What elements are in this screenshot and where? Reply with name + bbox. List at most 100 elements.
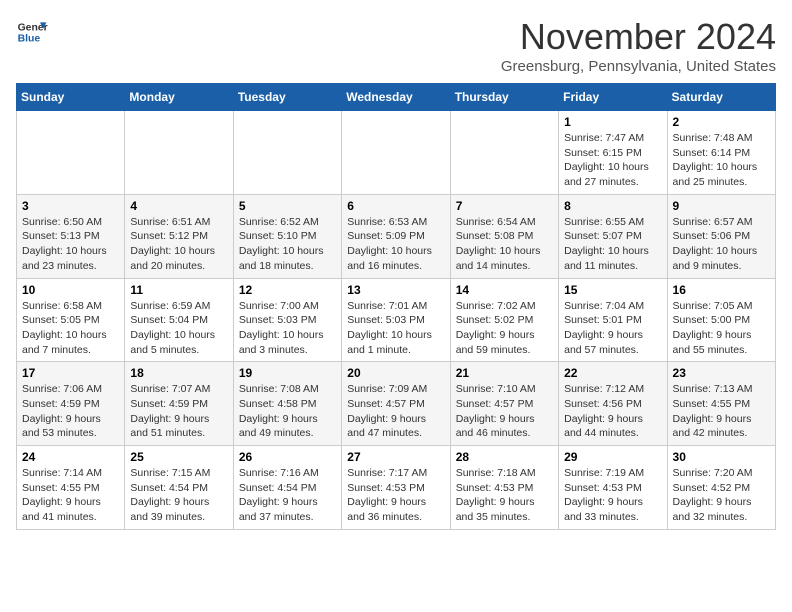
column-header-friday: Friday [559, 84, 667, 111]
day-cell: 9 Sunrise: 6:57 AM Sunset: 5:06 PM Daylig… [667, 194, 775, 278]
day-info: Sunrise: 7:20 AM Sunset: 4:52 PM Dayligh… [673, 466, 770, 525]
title-block: November 2024 Greensburg, Pennsylvania, … [501, 16, 776, 75]
day-info: Sunrise: 6:55 AM Sunset: 5:07 PM Dayligh… [564, 215, 661, 274]
day-info: Sunrise: 7:04 AM Sunset: 5:01 PM Dayligh… [564, 299, 661, 358]
day-number: 7 [456, 199, 553, 213]
day-info: Sunrise: 6:58 AM Sunset: 5:05 PM Dayligh… [22, 299, 119, 358]
column-header-wednesday: Wednesday [342, 84, 450, 111]
day-info: Sunrise: 6:57 AM Sunset: 5:06 PM Dayligh… [673, 215, 770, 274]
day-info: Sunrise: 7:06 AM Sunset: 4:59 PM Dayligh… [22, 382, 119, 441]
day-cell: 15 Sunrise: 7:04 AM Sunset: 5:01 PM Dayli… [559, 278, 667, 362]
day-cell: 10 Sunrise: 6:58 AM Sunset: 5:05 PM Dayli… [17, 278, 125, 362]
day-number: 5 [239, 199, 336, 213]
day-cell: 11 Sunrise: 6:59 AM Sunset: 5:04 PM Dayli… [125, 278, 233, 362]
day-cell: 20 Sunrise: 7:09 AM Sunset: 4:57 PM Dayli… [342, 362, 450, 446]
day-info: Sunrise: 7:00 AM Sunset: 5:03 PM Dayligh… [239, 299, 336, 358]
day-info: Sunrise: 7:16 AM Sunset: 4:54 PM Dayligh… [239, 466, 336, 525]
svg-text:Blue: Blue [18, 34, 41, 45]
day-number: 17 [22, 366, 119, 380]
week-row-1: 1 Sunrise: 7:47 AM Sunset: 6:15 PM Daylig… [17, 111, 776, 195]
day-number: 11 [130, 283, 227, 297]
day-cell: 16Sunrise: 7:05 AM Sunset: 5:00 PM Dayli… [667, 278, 775, 362]
day-cell [342, 111, 450, 195]
day-info: Sunrise: 6:53 AM Sunset: 5:09 PM Dayligh… [347, 215, 444, 274]
page-header: General Blue November 2024 Greensburg, P… [16, 16, 776, 75]
day-number: 25 [130, 450, 227, 464]
day-cell [233, 111, 341, 195]
day-number: 9 [673, 199, 770, 213]
day-cell [125, 111, 233, 195]
day-cell: 21 Sunrise: 7:10 AM Sunset: 4:57 PM Dayli… [450, 362, 558, 446]
day-info: Sunrise: 6:52 AM Sunset: 5:10 PM Dayligh… [239, 215, 336, 274]
day-number: 24 [22, 450, 119, 464]
day-number: 29 [564, 450, 661, 464]
day-info: Sunrise: 7:14 AM Sunset: 4:55 PM Dayligh… [22, 466, 119, 525]
day-cell [17, 111, 125, 195]
day-cell: 8 Sunrise: 6:55 AM Sunset: 5:07 PM Daylig… [559, 194, 667, 278]
day-cell: 3 Sunrise: 6:50 AM Sunset: 5:13 PM Daylig… [17, 194, 125, 278]
week-row-3: 10 Sunrise: 6:58 AM Sunset: 5:05 PM Dayli… [17, 278, 776, 362]
day-cell: 19 Sunrise: 7:08 AM Sunset: 4:58 PM Dayli… [233, 362, 341, 446]
logo-icon: General Blue [16, 16, 48, 48]
day-cell: 4Sunrise: 6:51 AM Sunset: 5:12 PM Daylig… [125, 194, 233, 278]
day-number: 6 [347, 199, 444, 213]
calendar-body: 1 Sunrise: 7:47 AM Sunset: 6:15 PM Daylig… [17, 111, 776, 530]
day-number: 19 [239, 366, 336, 380]
day-info: Sunrise: 7:01 AM Sunset: 5:03 PM Dayligh… [347, 299, 444, 358]
day-number: 1 [564, 115, 661, 129]
location: Greensburg, Pennsylvania, United States [501, 58, 776, 75]
day-number: 3 [22, 199, 119, 213]
day-cell: 28 Sunrise: 7:18 AM Sunset: 4:53 PM Dayli… [450, 446, 558, 530]
day-cell: 30Sunrise: 7:20 AM Sunset: 4:52 PM Dayli… [667, 446, 775, 530]
day-info: Sunrise: 7:48 AM Sunset: 6:14 PM Dayligh… [673, 131, 770, 190]
day-info: Sunrise: 7:13 AM Sunset: 4:55 PM Dayligh… [673, 382, 770, 441]
month-title: November 2024 [501, 16, 776, 58]
day-info: Sunrise: 6:54 AM Sunset: 5:08 PM Dayligh… [456, 215, 553, 274]
day-number: 16 [673, 283, 770, 297]
day-info: Sunrise: 6:59 AM Sunset: 5:04 PM Dayligh… [130, 299, 227, 358]
column-header-monday: Monday [125, 84, 233, 111]
day-cell: 14 Sunrise: 7:02 AM Sunset: 5:02 PM Dayli… [450, 278, 558, 362]
day-number: 22 [564, 366, 661, 380]
day-cell: 26 Sunrise: 7:16 AM Sunset: 4:54 PM Dayli… [233, 446, 341, 530]
day-number: 26 [239, 450, 336, 464]
day-number: 8 [564, 199, 661, 213]
day-number: 15 [564, 283, 661, 297]
day-info: Sunrise: 7:10 AM Sunset: 4:57 PM Dayligh… [456, 382, 553, 441]
day-cell: 18Sunrise: 7:07 AM Sunset: 4:59 PM Dayli… [125, 362, 233, 446]
calendar-header: SundayMondayTuesdayWednesdayThursdayFrid… [17, 84, 776, 111]
column-header-thursday: Thursday [450, 84, 558, 111]
day-cell: 23 Sunrise: 7:13 AM Sunset: 4:55 PM Dayli… [667, 362, 775, 446]
day-info: Sunrise: 7:08 AM Sunset: 4:58 PM Dayligh… [239, 382, 336, 441]
week-row-2: 3 Sunrise: 6:50 AM Sunset: 5:13 PM Daylig… [17, 194, 776, 278]
column-header-saturday: Saturday [667, 84, 775, 111]
day-info: Sunrise: 6:50 AM Sunset: 5:13 PM Dayligh… [22, 215, 119, 274]
day-info: Sunrise: 7:17 AM Sunset: 4:53 PM Dayligh… [347, 466, 444, 525]
day-number: 28 [456, 450, 553, 464]
day-cell: 1 Sunrise: 7:47 AM Sunset: 6:15 PM Daylig… [559, 111, 667, 195]
day-cell: 7 Sunrise: 6:54 AM Sunset: 5:08 PM Daylig… [450, 194, 558, 278]
logo: General Blue [16, 16, 48, 48]
day-info: Sunrise: 7:09 AM Sunset: 4:57 PM Dayligh… [347, 382, 444, 441]
day-number: 2 [673, 115, 770, 129]
day-cell: 24 Sunrise: 7:14 AM Sunset: 4:55 PM Dayli… [17, 446, 125, 530]
day-cell: 5 Sunrise: 6:52 AM Sunset: 5:10 PM Daylig… [233, 194, 341, 278]
day-cell: 12 Sunrise: 7:00 AM Sunset: 5:03 PM Dayli… [233, 278, 341, 362]
day-number: 12 [239, 283, 336, 297]
week-row-5: 24 Sunrise: 7:14 AM Sunset: 4:55 PM Dayli… [17, 446, 776, 530]
day-info: Sunrise: 7:47 AM Sunset: 6:15 PM Dayligh… [564, 131, 661, 190]
day-number: 23 [673, 366, 770, 380]
day-number: 21 [456, 366, 553, 380]
day-number: 14 [456, 283, 553, 297]
day-cell: 17 Sunrise: 7:06 AM Sunset: 4:59 PM Dayli… [17, 362, 125, 446]
day-info: Sunrise: 7:02 AM Sunset: 5:02 PM Dayligh… [456, 299, 553, 358]
day-cell: 13Sunrise: 7:01 AM Sunset: 5:03 PM Dayli… [342, 278, 450, 362]
day-number: 20 [347, 366, 444, 380]
day-number: 10 [22, 283, 119, 297]
day-cell: 27 Sunrise: 7:17 AM Sunset: 4:53 PM Dayli… [342, 446, 450, 530]
column-header-tuesday: Tuesday [233, 84, 341, 111]
day-number: 4 [130, 199, 227, 213]
day-info: Sunrise: 7:18 AM Sunset: 4:53 PM Dayligh… [456, 466, 553, 525]
day-number: 27 [347, 450, 444, 464]
day-cell: 2 Sunrise: 7:48 AM Sunset: 6:14 PM Daylig… [667, 111, 775, 195]
